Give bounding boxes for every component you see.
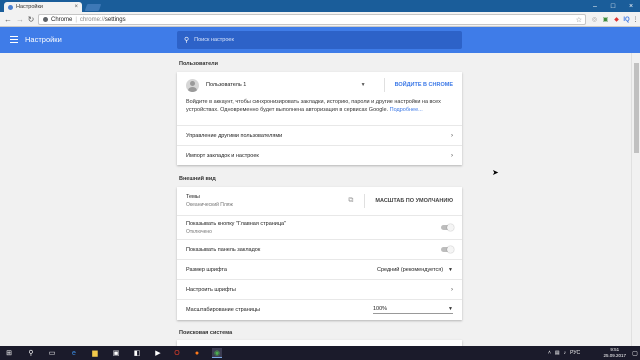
media-icon[interactable]: ▶ (153, 348, 163, 358)
new-tab-button[interactable] (84, 4, 102, 11)
people-card: Пользователь 1 ▼ ВОЙДИТЕ В CHROME Войдит… (177, 72, 462, 165)
volume-icon[interactable]: ♪ (564, 350, 567, 356)
font-size-select[interactable]: Средний (рекомендуется) (377, 267, 443, 273)
chevron-right-icon: › (451, 286, 453, 293)
store-icon[interactable]: ▣ (111, 348, 121, 358)
settings-header: Настройки ⚲ (0, 27, 640, 53)
omnibox-url-path: settings (104, 16, 126, 23)
settings-search[interactable]: ⚲ (177, 31, 462, 49)
user-name: Пользователь 1 (206, 82, 247, 88)
themes-value: Океанический Пляж (186, 202, 233, 208)
home-button-value: Отключено (186, 228, 212, 235)
back-icon[interactable]: ← (2, 13, 14, 25)
page-zoom-select[interactable]: 100% ▼ (373, 306, 453, 314)
chevron-right-icon: › (451, 152, 453, 159)
themes-label: Темы (186, 194, 200, 200)
divider (364, 194, 366, 208)
chevron-up-icon[interactable]: ˄ (548, 350, 551, 356)
page-zoom-label: Масштабирование страницы (186, 307, 260, 313)
divider (383, 78, 385, 92)
tab-settings[interactable]: Настройки × (4, 2, 82, 12)
avatar[interactable] (186, 78, 199, 92)
omnibox-site-label: Chrome (51, 16, 73, 23)
extension-icon[interactable]: ◎ (590, 15, 599, 24)
extension-red-icon[interactable]: ◆ (612, 15, 621, 24)
extension-green-icon[interactable]: ▣ (601, 15, 610, 24)
sign-in-button[interactable]: ВОЙДИТЕ В CHROME (395, 82, 453, 88)
font-size-label: Размер шрифта (186, 266, 227, 273)
home-button-toggle[interactable] (441, 224, 454, 231)
import-row[interactable]: Импорт закладок и настроек › (177, 145, 462, 165)
notifications-icon[interactable]: ▢ (630, 348, 640, 358)
appearance-card: Темы Океанический Пляж ⧉ МАСШТАБ ПО УМОЛ… (177, 187, 462, 320)
tab-strip: Настройки × – □ × (0, 0, 640, 12)
page-zoom-value: 100% (373, 306, 388, 312)
extension-iq-icon[interactable]: IQ (622, 15, 631, 24)
home-button-text: Показывать кнопку "Главная страница" Отк… (186, 221, 441, 235)
windows-start-icon[interactable]: ⊞ (4, 348, 14, 358)
chrome-icon[interactable]: ◉ (212, 348, 222, 358)
address-bar[interactable]: Chrome | chrome://settings ☆ (38, 14, 586, 25)
manage-users-row[interactable]: Управление другими пользователями › (177, 125, 462, 145)
tray-icons: ˄ ▤ ♪ РУС (548, 346, 580, 360)
maximize-icon[interactable]: □ (604, 0, 622, 12)
edge-icon[interactable]: e (69, 348, 79, 358)
search-icon: ⚲ (184, 37, 190, 44)
user-row: Пользователь 1 ▼ ВОЙДИТЕ В CHROME (177, 72, 462, 98)
open-external-icon[interactable]: ⧉ (348, 197, 353, 205)
bookmarks-bar-label: Показывать панель закладок (186, 246, 261, 253)
dropdown-arrow-icon[interactable]: ▼ (448, 267, 453, 273)
search-input[interactable] (194, 37, 435, 43)
home-button-label: Показывать кнопку "Главная страница" (186, 220, 287, 227)
sign-in-description: Войдите в аккаунт, чтобы синхронизироват… (186, 98, 454, 114)
home-button-row[interactable]: Показывать кнопку "Главная страница" Отк… (177, 215, 462, 239)
search-icon[interactable]: ⚲ (26, 348, 36, 358)
scrollbar-thumb[interactable] (634, 63, 639, 153)
section-title-people: Пользователи (179, 61, 219, 67)
tab-title: Настройки (16, 4, 43, 10)
bookmarks-bar-toggle[interactable] (441, 246, 454, 253)
browser-toolbar: ← → ↻ Chrome | chrome://settings ☆ ◎ ▣ ◆… (0, 12, 640, 27)
page-title: Настройки (25, 35, 62, 44)
chrome-menu-icon[interactable]: ⋮ (631, 15, 640, 24)
section-title-appearance: Внешний вид (179, 176, 216, 182)
menu-icon[interactable] (10, 36, 18, 43)
network-icon[interactable]: ▤ (555, 350, 560, 356)
manage-users-label: Управление другими пользователями (186, 132, 283, 139)
language-indicator[interactable]: РУС (570, 350, 580, 356)
learn-more-link[interactable]: Подробнее... (390, 107, 423, 113)
windows-taskbar: ⊞ ⚲ ▭ e ▆ ▣ ◧ ▶ O ● ◉ ˄ ▤ ♪ РУС 9:51 25.… (0, 346, 640, 360)
clock[interactable]: 9:51 25.09.2017 (603, 347, 626, 359)
customize-fonts-label: Настроить шрифты (186, 286, 236, 293)
reset-theme-button[interactable]: МАСШТАБ ПО УМОЛЧАНИЮ (375, 198, 453, 204)
import-label: Импорт закладок и настроек (186, 152, 259, 159)
minimize-icon[interactable]: – (586, 0, 604, 12)
tab-close-icon[interactable]: × (74, 4, 78, 10)
font-size-row: Размер шрифта Средний (рекомендуется) ▼ (177, 259, 462, 279)
settings-favicon-icon (8, 4, 13, 10)
firefox-icon[interactable]: ● (192, 348, 202, 358)
chevron-right-icon: › (451, 132, 453, 139)
page-scrollbar[interactable] (631, 53, 640, 347)
bookmarks-bar-row[interactable]: Показывать панель закладок (177, 239, 462, 259)
themes-row[interactable]: Темы Океанический Пляж ⧉ МАСШТАБ ПО УМОЛ… (177, 187, 462, 215)
file-explorer-icon[interactable]: ▆ (90, 348, 100, 358)
app-icon[interactable]: ◧ (132, 348, 142, 358)
mouse-cursor-icon: ➤ (492, 168, 499, 177)
themes-text: Темы Океанический Пляж (186, 194, 348, 208)
window-close-icon[interactable]: × (622, 0, 640, 12)
opera-icon[interactable]: O (172, 348, 182, 358)
clock-date: 25.09.2017 (603, 353, 626, 358)
reload-icon[interactable]: ↻ (25, 13, 37, 25)
bookmark-star-icon[interactable]: ☆ (576, 16, 582, 24)
chrome-page-icon (43, 17, 48, 22)
dropdown-arrow-icon: ▼ (448, 306, 453, 312)
user-dropdown-icon[interactable]: ▼ (361, 82, 366, 88)
customize-fonts-row[interactable]: Настроить шрифты › (177, 279, 462, 299)
page-zoom-row: Масштабирование страницы 100% ▼ (177, 299, 462, 320)
task-view-icon[interactable]: ▭ (47, 348, 57, 358)
section-title-search-engine: Поисковая система (179, 330, 233, 336)
omnibox-separator: | (75, 16, 77, 23)
omnibox-url-scheme: chrome:// (79, 16, 105, 23)
